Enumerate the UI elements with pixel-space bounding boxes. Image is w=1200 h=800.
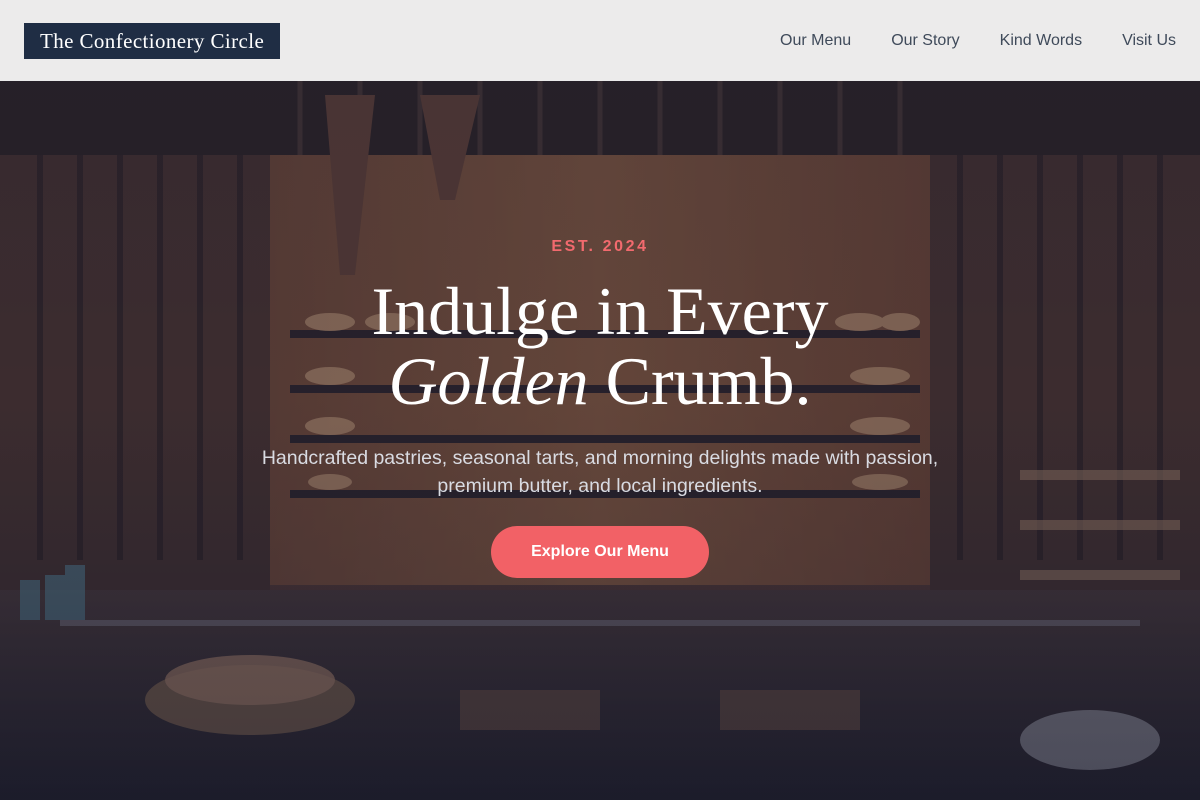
established-eyebrow: EST. 2024 [551, 238, 649, 255]
nav-link-our-menu[interactable]: Our Menu [780, 32, 851, 50]
nav-link-visit-us[interactable]: Visit Us [1122, 32, 1176, 50]
hero-subtitle: Handcrafted pastries, seasonal tarts, an… [261, 447, 939, 497]
brand-logo[interactable]: The Confectionery Circle [24, 22, 281, 59]
nav-link-our-story[interactable]: Our Story [891, 32, 959, 50]
headline-line-2-rest: Crumb. [605, 343, 812, 419]
headline-italic-word: Golden [388, 343, 589, 419]
top-navigation-bar: The Confectionery Circle Our Menu Our St… [0, 0, 1200, 81]
nav-link-kind-words[interactable]: Kind Words [1000, 32, 1082, 50]
explore-menu-button[interactable]: Explore Our Menu [491, 526, 709, 578]
main-nav: Our Menu Our Story Kind Words Visit Us [780, 32, 1176, 50]
hero-headline: Indulge in Every Golden Crumb. [0, 276, 1200, 416]
headline-line-1: Indulge in Every [371, 273, 829, 349]
